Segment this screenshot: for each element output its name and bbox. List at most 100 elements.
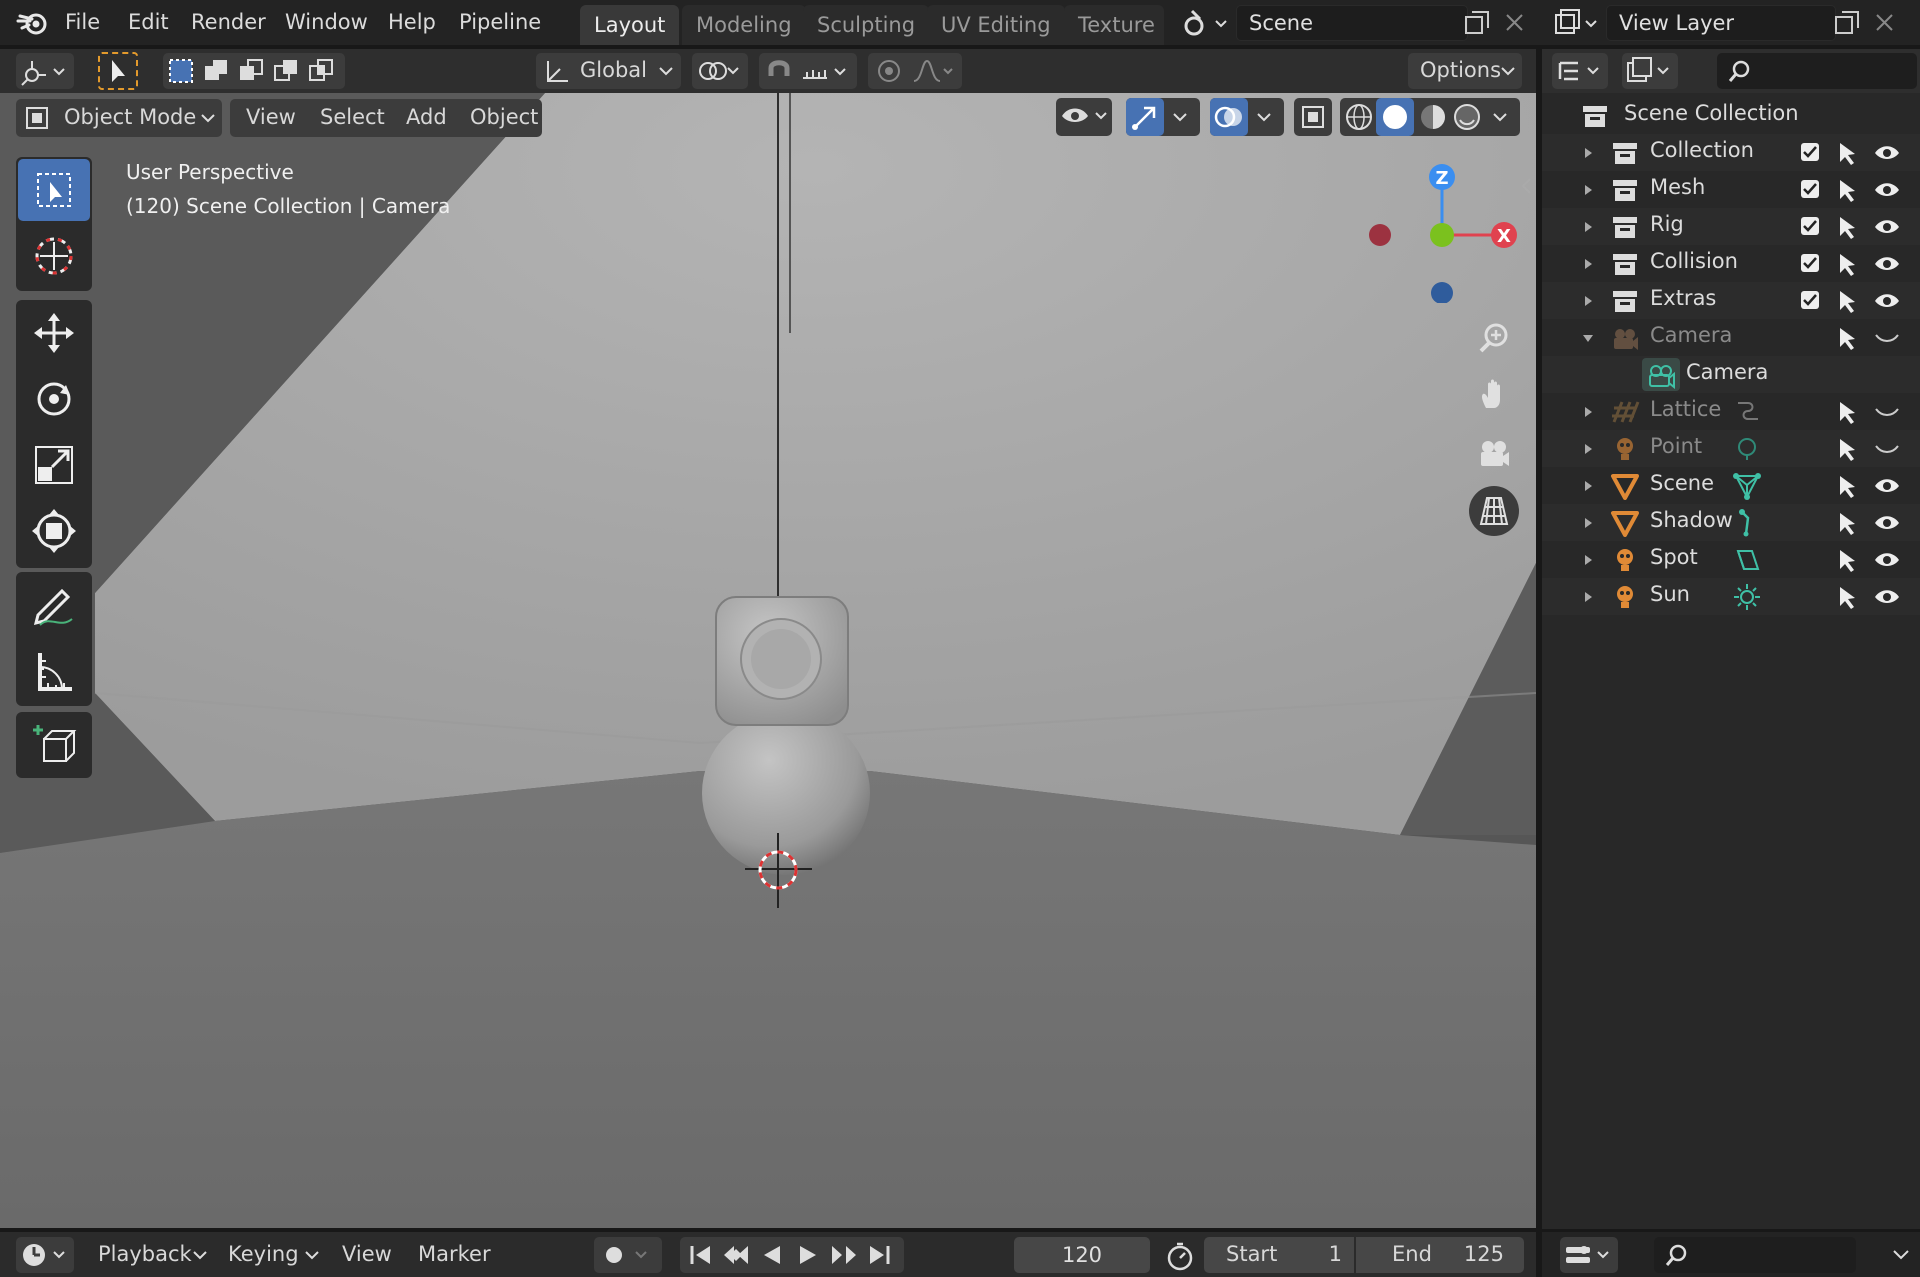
xray-toggle-button[interactable] xyxy=(1294,98,1332,136)
selectable-arrow-icon[interactable] xyxy=(1836,214,1860,240)
outliner-row-collection[interactable]: Collection xyxy=(1542,134,1920,171)
exclude-checkbox[interactable] xyxy=(1800,290,1822,312)
auto-keying-group[interactable] xyxy=(594,1237,662,1273)
eye-visible-icon[interactable] xyxy=(1872,510,1902,536)
play-reverse-icon[interactable] xyxy=(756,1240,788,1270)
rendered-shading-icon[interactable] xyxy=(1450,100,1484,134)
proportional-edit-icon[interactable] xyxy=(874,57,904,85)
exclude-checkbox[interactable] xyxy=(1800,253,1822,275)
3d-viewport[interactable]: User Perspective (120) Scene Collection … xyxy=(0,93,1536,1228)
tab-sculpting[interactable]: Sculpting xyxy=(803,5,930,45)
properties-editor-type-button[interactable] xyxy=(1560,1237,1618,1273)
menu-file[interactable]: File xyxy=(65,4,100,40)
tool-select-box[interactable] xyxy=(18,159,90,221)
outliner-row-rig[interactable]: Rig xyxy=(1542,208,1920,245)
selectable-arrow-icon[interactable] xyxy=(1836,140,1860,166)
selectable-arrow-icon[interactable] xyxy=(1836,473,1860,499)
stopwatch-icon[interactable] xyxy=(1164,1240,1196,1272)
selectable-arrow-icon[interactable] xyxy=(1836,547,1860,573)
tab-layout[interactable]: Layout xyxy=(580,5,680,45)
menu-edit[interactable]: Edit xyxy=(128,4,169,40)
gizmo-y-axis[interactable] xyxy=(1430,223,1454,247)
select-invert-icon[interactable] xyxy=(271,56,301,86)
spot-light-data-icon[interactable] xyxy=(1732,545,1762,575)
pan-button[interactable] xyxy=(1469,370,1519,420)
eye-hidden-icon[interactable] xyxy=(1872,399,1902,425)
menu-object[interactable]: Object xyxy=(470,105,538,129)
menu-view[interactable]: View xyxy=(246,105,296,129)
menu-playback[interactable]: Playback xyxy=(98,1242,192,1266)
blender-logo-icon[interactable] xyxy=(16,8,50,38)
disclosure-collapsed-icon[interactable] xyxy=(1580,441,1596,457)
viewport-scene[interactable] xyxy=(0,93,1536,1228)
magnet-icon[interactable] xyxy=(763,56,795,86)
tool-annotate[interactable] xyxy=(18,574,90,636)
view-layer-field[interactable]: View Layer xyxy=(1606,5,1836,41)
outliner-row-shadow[interactable]: Shadow xyxy=(1542,504,1920,541)
tool-cursor[interactable] xyxy=(18,225,90,287)
tool-rotate[interactable] xyxy=(18,368,90,430)
outliner-row-sun[interactable]: Sun xyxy=(1542,578,1920,615)
prev-keyframe-icon[interactable] xyxy=(720,1240,752,1270)
selectable-arrow-icon[interactable] xyxy=(1836,177,1860,203)
object-visibility-dropdown[interactable] xyxy=(1056,98,1112,136)
menu-window[interactable]: Window xyxy=(285,4,368,40)
outliner-row-mesh[interactable]: Mesh xyxy=(1542,171,1920,208)
mesh-data-icon[interactable] xyxy=(1732,471,1762,501)
tool-add-cube[interactable] xyxy=(18,714,90,776)
disclosure-collapsed-icon[interactable] xyxy=(1580,589,1596,605)
disclosure-collapsed-icon[interactable] xyxy=(1580,293,1596,309)
point-light-data-icon[interactable] xyxy=(1732,434,1762,464)
tool-move[interactable] xyxy=(18,302,90,364)
options-dropdown[interactable]: Options xyxy=(1408,53,1522,89)
outliner-row-camera[interactable]: Camera xyxy=(1542,356,1920,393)
camera-view-button[interactable] xyxy=(1469,429,1519,479)
falloff-curve-icon[interactable] xyxy=(912,57,960,85)
disclosure-collapsed-icon[interactable] xyxy=(1580,182,1596,198)
menu-help[interactable]: Help xyxy=(388,4,436,40)
jump-start-icon[interactable] xyxy=(684,1240,716,1270)
tab-uv-editing[interactable]: UV Editing xyxy=(927,5,1065,45)
eye-visible-icon[interactable] xyxy=(1872,473,1902,499)
outliner-row-lattice[interactable]: Lattice xyxy=(1542,393,1920,430)
tool-measure[interactable] xyxy=(18,640,90,702)
lattice-data-icon[interactable] xyxy=(1732,397,1762,427)
select-intersect-icon[interactable] xyxy=(306,56,336,86)
gizmo-neg-x[interactable] xyxy=(1369,224,1391,246)
eye-visible-icon[interactable] xyxy=(1872,288,1902,314)
outliner-row-extras[interactable]: Extras xyxy=(1542,282,1920,319)
tab-texture-paint[interactable]: Texture P xyxy=(1064,5,1164,45)
tab-modeling[interactable]: Modeling xyxy=(682,5,806,45)
start-frame-field[interactable]: Start 1 xyxy=(1204,1237,1354,1273)
chevron-down-icon[interactable] xyxy=(1890,1244,1914,1266)
eye-visible-icon[interactable] xyxy=(1872,177,1902,203)
view-layer-selector-button[interactable] xyxy=(1550,5,1606,41)
eye-hidden-icon[interactable] xyxy=(1872,436,1902,462)
eye-visible-icon[interactable] xyxy=(1872,214,1902,240)
menu-pipeline[interactable]: Pipeline xyxy=(459,4,541,40)
overlay-toggle-button[interactable] xyxy=(1210,98,1248,136)
disclosure-collapsed-icon[interactable] xyxy=(1580,404,1596,420)
display-mode-dropdown[interactable] xyxy=(1622,53,1678,89)
outliner-row-point[interactable]: Point xyxy=(1542,430,1920,467)
material-preview-icon[interactable] xyxy=(1416,100,1450,134)
sun-light-data-icon[interactable] xyxy=(1732,582,1762,612)
gizmo-neg-z[interactable] xyxy=(1431,282,1453,303)
menu-render[interactable]: Render xyxy=(191,4,266,40)
delete-view-layer-icon[interactable] xyxy=(1872,10,1898,36)
disclosure-expanded-icon[interactable] xyxy=(1580,330,1596,346)
eye-visible-icon[interactable] xyxy=(1872,547,1902,573)
timeline-editor-type-button[interactable] xyxy=(16,1237,74,1273)
outliner-search-input[interactable] xyxy=(1717,53,1917,89)
outliner-row-scene-collection[interactable]: Scene Collection xyxy=(1542,97,1920,134)
menu-marker[interactable]: Marker xyxy=(418,1242,491,1266)
eye-visible-icon[interactable] xyxy=(1872,140,1902,166)
disclosure-collapsed-icon[interactable] xyxy=(1580,256,1596,272)
pivot-point-dropdown[interactable] xyxy=(692,53,748,89)
outliner-row-scene[interactable]: Scene xyxy=(1542,467,1920,504)
exclude-checkbox[interactable] xyxy=(1800,179,1822,201)
body-sphere[interactable] xyxy=(702,711,870,875)
outliner-row-spot[interactable]: Spot xyxy=(1542,541,1920,578)
selectable-arrow-icon[interactable] xyxy=(1836,510,1860,536)
outliner-row-collision[interactable]: Collision xyxy=(1542,245,1920,282)
